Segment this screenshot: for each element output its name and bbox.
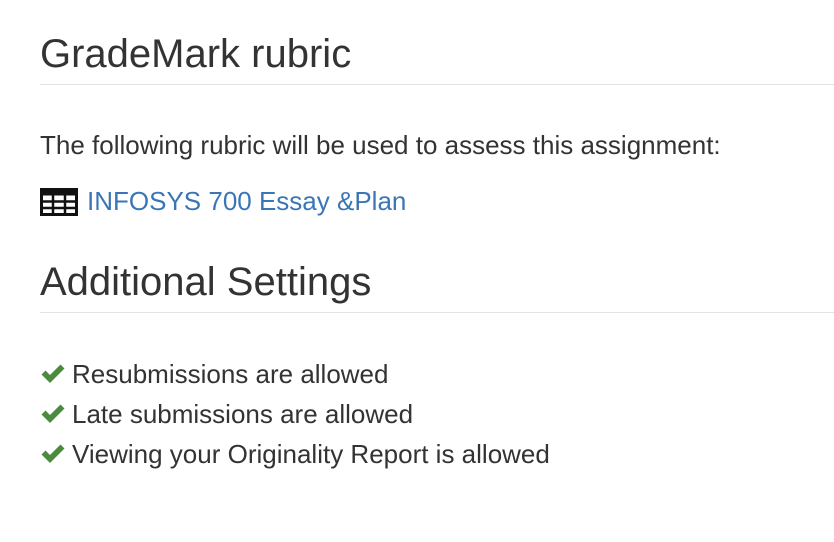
rubric-intro-text: The following rubric will be used to ass…: [40, 130, 721, 160]
list-item-resubmissions: Resubmissions are allowed: [40, 354, 550, 394]
table-icon: [40, 187, 78, 216]
additional-settings-heading: Additional Settings: [40, 262, 834, 313]
setting-label: Resubmissions are allowed: [72, 358, 389, 389]
setting-label: Late submissions are allowed: [72, 398, 414, 429]
rubric-link-label: INFOSYS 700 Essay &Plan: [87, 186, 407, 216]
setting-label: Viewing your Originality Report is allow…: [72, 438, 550, 469]
check-icon: [41, 364, 65, 383]
list-item-late-submissions: Late submissions are allowed: [40, 394, 550, 434]
check-icon: [41, 444, 65, 463]
list-item-originality-report: Viewing your Originality Report is allow…: [40, 434, 550, 474]
check-icon: [41, 404, 65, 423]
settings-list: Resubmissions are allowed Late submissio…: [40, 354, 550, 474]
rubric-link[interactable]: INFOSYS 700 Essay &Plan: [40, 186, 406, 217]
grademark-rubric-heading: GradeMark rubric: [40, 34, 834, 85]
